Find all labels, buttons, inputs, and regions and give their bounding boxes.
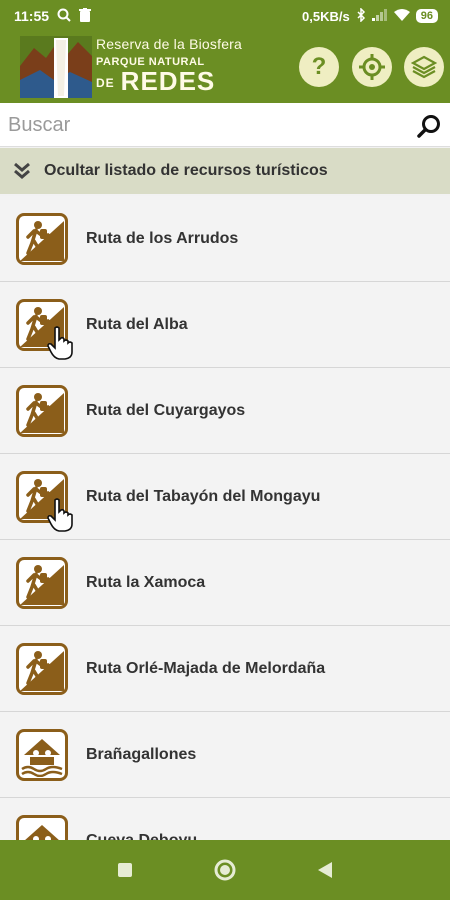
toggle-label: Ocultar listado de recursos turísticos	[44, 162, 328, 179]
item-name: Ruta del Tabayón del Mongayu	[86, 487, 321, 505]
list-item[interactable]: Ruta Orlé-Majada de Melordaña	[0, 626, 450, 712]
layers-icon	[411, 55, 437, 79]
hiker-icon	[16, 384, 68, 437]
hiker-icon	[16, 212, 68, 265]
resources-list: Ruta de los Arrudos Ruta del Alba Ruta d…	[0, 196, 450, 840]
brand-text: Reserva de la Biosfera PARQUE NATURAL DE…	[96, 36, 242, 96]
search-bar	[0, 103, 450, 147]
locate-button[interactable]	[352, 47, 392, 87]
item-name: Cueva Deboyu	[86, 831, 198, 841]
search-app-icon	[57, 8, 71, 25]
battery-indicator: 96	[415, 9, 438, 23]
hiker-icon	[16, 556, 68, 609]
list-item[interactable]: Ruta del Tabayón del Mongayu	[0, 454, 450, 540]
item-name: Ruta Orlé-Majada de Melordaña	[86, 659, 326, 677]
wifi-icon	[393, 8, 410, 24]
list-item[interactable]: Ruta del Cuyargayos	[0, 368, 450, 454]
list-item[interactable]: Cueva Deboyu	[0, 798, 450, 840]
trash-notification-icon	[79, 7, 92, 25]
refuge-icon	[16, 728, 68, 781]
brand-redes: REDES	[120, 66, 216, 96]
status-bar: 11:55 0,5KB/s 96	[0, 0, 450, 32]
item-name: Ruta del Alba	[86, 315, 188, 333]
list-item[interactable]: Ruta de los Arrudos	[0, 196, 450, 282]
park-logo	[20, 36, 92, 98]
list-item[interactable]: Ruta del Alba	[0, 282, 450, 368]
refuge-icon	[16, 814, 68, 840]
hand-pointer-icon	[47, 325, 73, 360]
item-name: Ruta de los Arrudos	[86, 229, 239, 247]
crosshair-icon	[359, 54, 385, 80]
square-icon	[118, 863, 132, 877]
hiker-icon	[16, 642, 68, 695]
triangle-back-icon	[318, 862, 332, 878]
hiker-icon	[16, 298, 73, 360]
help-icon: ?	[311, 53, 327, 80]
item-name: Brañagallones	[86, 745, 197, 763]
hand-pointer-icon	[47, 497, 73, 532]
layers-button[interactable]	[404, 47, 444, 87]
bluetooth-icon	[356, 6, 366, 25]
circle-icon	[214, 859, 236, 881]
help-button[interactable]: ?	[299, 47, 339, 87]
system-nav-bar	[0, 840, 450, 900]
brand-name: DE REDES	[96, 68, 242, 96]
home-button[interactable]	[210, 855, 240, 885]
app-header: 11:55 0,5KB/s 96 Reserva de la Biosfera …	[0, 0, 450, 103]
item-name: Ruta del Cuyargayos	[86, 401, 246, 419]
list-item[interactable]: Brañagallones	[0, 712, 450, 798]
recents-button[interactable]	[110, 855, 140, 885]
item-name: Ruta la Xamoca	[86, 573, 206, 591]
list-item[interactable]: Ruta la Xamoca	[0, 540, 450, 626]
brand-prefix: DE	[96, 76, 115, 90]
signal-icon	[371, 8, 388, 24]
net-speed: 0,5KB/s	[302, 8, 350, 24]
status-time: 11:55	[14, 8, 50, 24]
toggle-resources-list[interactable]: Ocultar listado de recursos turísticos	[0, 148, 450, 194]
double-chevron-down-icon	[14, 162, 30, 179]
search-icon[interactable]	[416, 113, 442, 139]
brand-subtitle: Reserva de la Biosfera	[96, 36, 243, 52]
back-button[interactable]	[310, 855, 340, 885]
hiker-icon	[16, 470, 73, 532]
search-input[interactable]	[8, 109, 404, 141]
